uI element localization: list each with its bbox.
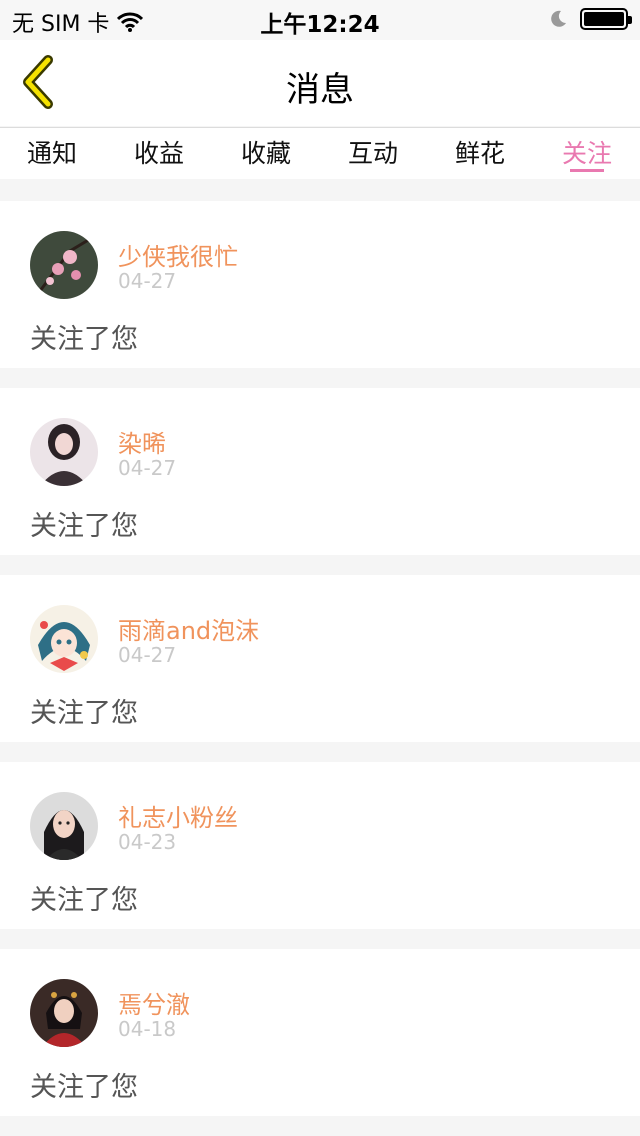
notification-text: 关注了您 [30, 885, 138, 916]
tab-following[interactable]: 关注 [547, 134, 627, 170]
notification-text: 关注了您 [30, 698, 138, 729]
avatar[interactable] [30, 231, 98, 299]
user-name[interactable]: 少侠我很忙 [118, 237, 238, 272]
page-title: 消息 [286, 70, 354, 110]
nav-bar: 消息 [0, 40, 640, 126]
list-item[interactable]: 礼志小粉丝 04-23 关注了您 [0, 762, 640, 929]
girl-avatar-icon [30, 418, 98, 486]
notification-date: 04-23 [118, 830, 177, 854]
status-time: 上午12:24 [260, 12, 380, 38]
tab-favorites[interactable]: 收藏 [226, 134, 306, 170]
anime-avatar-icon [30, 605, 98, 673]
notification-date: 04-27 [118, 643, 177, 667]
costume-avatar-icon [30, 979, 98, 1047]
status-right [548, 8, 632, 30]
plum-blossom-avatar-icon [30, 231, 98, 299]
notification-text: 关注了您 [30, 324, 138, 355]
tab-bar: 通知 收益 收藏 互动 鲜花 关注 [0, 127, 640, 179]
tab-notifications[interactable]: 通知 [12, 134, 92, 170]
battery-icon [580, 8, 632, 30]
status-bar: 无 SIM 卡 上午12:24 [0, 0, 640, 40]
moon-icon [551, 10, 566, 27]
avatar[interactable] [30, 605, 98, 673]
list-item[interactable]: 雨滴and泡沫 04-27 关注了您 [0, 575, 640, 742]
user-name[interactable]: 染晞 [118, 424, 166, 459]
notification-date: 04-18 [118, 1017, 177, 1041]
list-item[interactable]: 染晞 04-27 关注了您 [0, 388, 640, 555]
avatar[interactable] [30, 418, 98, 486]
user-name[interactable]: 焉兮澈 [118, 985, 190, 1020]
list-item[interactable]: 焉兮澈 04-18 关注了您 [0, 949, 640, 1116]
user-name[interactable]: 雨滴and泡沫 [118, 611, 259, 646]
list-item[interactable]: 少侠我很忙 04-27 关注了您 [0, 201, 640, 368]
tab-flowers[interactable]: 鲜花 [440, 134, 520, 170]
woman-avatar-icon [30, 792, 98, 860]
notification-text: 关注了您 [30, 1072, 138, 1103]
tab-interactions[interactable]: 互动 [333, 134, 413, 170]
avatar[interactable] [30, 979, 98, 1047]
notification-date: 04-27 [118, 456, 177, 480]
user-name[interactable]: 礼志小粉丝 [118, 798, 238, 833]
tab-earnings[interactable]: 收益 [119, 134, 199, 170]
notification-text: 关注了您 [30, 511, 138, 542]
active-tab-indicator [570, 169, 604, 172]
avatar[interactable] [30, 792, 98, 860]
notification-date: 04-27 [118, 269, 177, 293]
